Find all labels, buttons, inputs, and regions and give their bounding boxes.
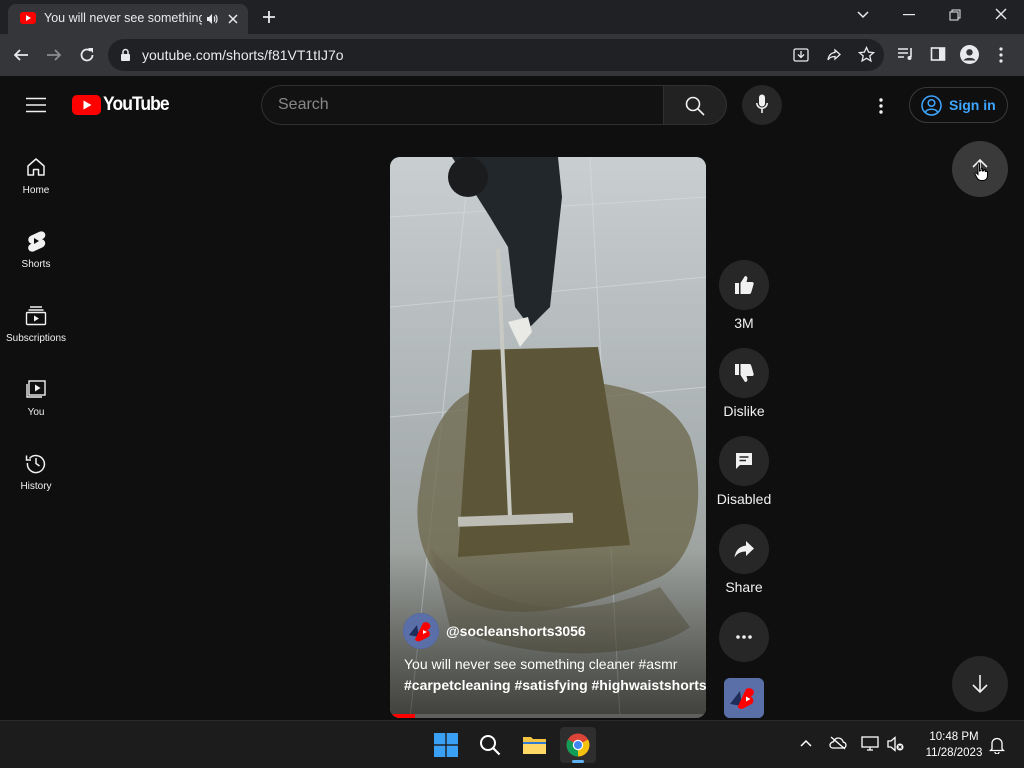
sidebar-item-you[interactable]: You	[0, 378, 72, 452]
youtube-play-logo-icon	[72, 95, 101, 115]
lock-icon[interactable]	[120, 48, 131, 62]
new-tab-icon[interactable]	[262, 10, 276, 24]
taskbar-search-icon	[480, 735, 501, 756]
guide-menu-icon[interactable]	[26, 97, 46, 113]
more-actions-button[interactable]	[719, 612, 769, 662]
thumbs-up-icon	[735, 276, 754, 294]
browser-menu-icon[interactable]	[999, 47, 1003, 63]
search-input[interactable]: Search	[261, 85, 664, 125]
shorts-icon	[25, 230, 47, 252]
comments-label: Disabled	[716, 491, 772, 507]
tab-audio-icon[interactable]	[206, 13, 218, 25]
more-horizontal-icon	[736, 635, 752, 639]
thumbs-down-icon	[735, 364, 754, 382]
sidebar-label-home: Home	[22, 185, 50, 196]
you-icon	[25, 378, 47, 400]
settings-menu-icon[interactable]	[879, 98, 883, 114]
sidebar-item-subscriptions[interactable]: Subscriptions	[0, 304, 72, 378]
arrow-down-icon	[972, 675, 988, 694]
sound-thumbnail[interactable]	[724, 678, 764, 718]
back-icon[interactable]	[13, 47, 29, 63]
media-control-icon[interactable]	[897, 46, 915, 62]
subscriptions-icon	[25, 304, 47, 326]
install-app-icon[interactable]	[793, 47, 809, 63]
tab-title: You will never see something cleaner #as…	[44, 11, 202, 25]
close-window-icon[interactable]	[995, 8, 1007, 20]
browser-toolbar: youtube.com/shorts/f81VT1tIJ7o	[0, 34, 1024, 76]
previous-video-button[interactable]	[952, 141, 1008, 197]
history-icon	[25, 452, 47, 474]
logo-wordmark: YouTube	[103, 94, 170, 115]
tab-search-icon[interactable]	[857, 11, 869, 19]
shorts-video-player[interactable]: @socleanshorts3056 You will never see so…	[390, 157, 706, 718]
sidebar-item-home[interactable]: Home	[0, 156, 72, 230]
youtube-favicon-icon	[20, 12, 36, 24]
chrome-icon	[566, 733, 590, 757]
channel-handle[interactable]: @socleanshorts3056	[446, 623, 586, 639]
caption-line-1: You will never see something cleaner #as…	[404, 656, 678, 672]
start-button[interactable]	[428, 727, 464, 763]
clock-time: 10:48 PM	[929, 731, 979, 743]
video-progress-bar[interactable]	[390, 714, 416, 718]
chrome-taskbar-button[interactable]	[560, 727, 596, 763]
share-label: Share	[725, 579, 763, 595]
search-button[interactable]	[663, 85, 727, 125]
windows-taskbar: 10:48 PM 11/28/2023	[0, 720, 1024, 768]
search-icon	[685, 96, 705, 116]
home-icon	[25, 156, 47, 178]
url-text: youtube.com/shorts/f81VT1tIJ7o	[142, 47, 344, 63]
folder-icon	[523, 737, 546, 754]
tab-close-icon[interactable]	[227, 13, 239, 25]
sidebar-label-history: History	[20, 481, 52, 492]
share-page-icon[interactable]	[826, 47, 842, 63]
share-arrow-icon	[734, 541, 754, 558]
clock-date: 11/28/2023	[925, 747, 983, 759]
network-icon[interactable]	[861, 736, 879, 752]
youtube-logo[interactable]: YouTube	[72, 94, 172, 116]
show-hidden-icons-icon[interactable]	[800, 739, 812, 747]
voice-search-button[interactable]	[742, 85, 782, 125]
channel-avatar[interactable]	[403, 613, 439, 649]
address-bar[interactable]: youtube.com/shorts/f81VT1tIJ7o	[108, 39, 884, 71]
windows-logo-icon	[434, 733, 458, 757]
dislike-button[interactable]	[719, 348, 769, 398]
search-placeholder: Search	[278, 96, 329, 113]
sign-in-label: Sign in	[949, 97, 996, 113]
youtube-page: YouTube Search Sign in Home Shorts Subsc…	[0, 76, 1024, 720]
minimize-icon[interactable]	[903, 14, 915, 16]
like-button[interactable]	[719, 260, 769, 310]
volume-muted-icon[interactable]	[887, 736, 905, 752]
like-count: 3M	[734, 315, 754, 331]
side-panel-icon[interactable]	[930, 46, 946, 62]
comments-button[interactable]	[719, 436, 769, 486]
comment-icon	[736, 453, 752, 469]
onedrive-icon[interactable]	[829, 736, 847, 750]
sidebar-label-shorts: Shorts	[21, 259, 51, 270]
microphone-icon	[756, 94, 768, 114]
sidebar-label-subscriptions: Subscriptions	[5, 333, 67, 344]
notifications-bell-icon[interactable]	[989, 736, 1005, 754]
restore-icon[interactable]	[949, 9, 961, 21]
reload-icon[interactable]	[79, 47, 95, 63]
next-video-button[interactable]	[952, 656, 1008, 712]
system-clock[interactable]: 10:48 PM 11/28/2023	[914, 729, 994, 761]
dislike-label: Dislike	[723, 403, 765, 419]
account-icon	[921, 95, 942, 116]
taskbar-search-button[interactable]	[472, 727, 508, 763]
sidebar-item-history[interactable]: History	[0, 452, 72, 526]
caption-line-2[interactable]: #carpetcleaning #satisfying #highwaistsh…	[404, 677, 706, 693]
mouse-pointer-hand-icon	[974, 162, 988, 181]
forward-icon[interactable]	[46, 47, 62, 63]
active-app-indicator	[572, 760, 584, 763]
browser-tab[interactable]: You will never see something cleaner #as…	[8, 4, 248, 34]
profile-icon[interactable]	[960, 45, 979, 64]
sign-in-button[interactable]: Sign in	[909, 87, 1008, 123]
sidebar-label-you: You	[27, 407, 45, 418]
browser-tab-strip: You will never see something cleaner #as…	[0, 0, 1024, 34]
bookmark-star-icon[interactable]	[858, 46, 875, 63]
sidebar-item-shorts[interactable]: Shorts	[0, 230, 72, 304]
file-explorer-button[interactable]	[516, 727, 552, 763]
share-button[interactable]	[719, 524, 769, 574]
